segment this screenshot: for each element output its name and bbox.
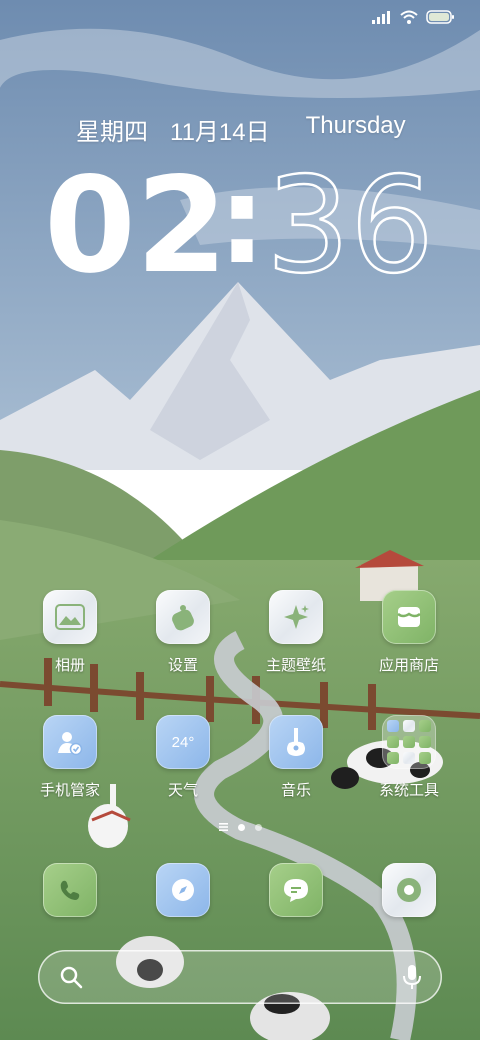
app-label: 系统工具	[378, 782, 439, 799]
mini-app-icon	[403, 720, 415, 732]
app-music[interactable]: 音乐	[246, 715, 346, 800]
mini-app-icon	[387, 752, 399, 764]
app-store-icon	[382, 590, 436, 644]
messages-icon	[269, 863, 323, 917]
date-zh: 11月14日	[170, 119, 270, 146]
mini-app-icon	[419, 720, 431, 732]
status-bar	[372, 10, 454, 24]
signal-icon	[372, 11, 390, 24]
app-store[interactable]: 应用商店	[359, 590, 459, 675]
mini-app-icon	[387, 720, 399, 732]
app-label: 手机管家	[39, 782, 100, 799]
app-gallery[interactable]: 相册	[20, 590, 120, 675]
gallery-icon	[43, 590, 97, 644]
wifi-icon	[400, 10, 418, 24]
security-icon	[43, 715, 97, 769]
dock-messages[interactable]	[246, 863, 346, 917]
search-bar[interactable]	[38, 950, 442, 1004]
page-indicator[interactable]	[0, 823, 480, 831]
page-dot-active[interactable]	[237, 823, 245, 831]
lock-date: 星期四 11月14日 Thursday	[76, 112, 406, 147]
folder-system-tools[interactable]: 系统工具	[359, 715, 459, 800]
folder-icon	[382, 715, 436, 769]
camera-icon	[382, 863, 436, 917]
app-label: 音乐	[280, 782, 311, 799]
app-label: 应用商店	[378, 657, 439, 674]
mini-app-icon	[419, 736, 431, 748]
page-dot[interactable]	[254, 823, 262, 831]
clock-hours: 02	[44, 149, 228, 286]
app-label: 天气	[167, 782, 198, 799]
mini-app-icon	[403, 736, 415, 748]
weekday-en: Thursday	[305, 112, 406, 139]
mini-app-icon	[387, 736, 399, 748]
mini-app-icon	[419, 752, 431, 764]
weather-icon: 24°	[156, 715, 210, 769]
battery-icon	[426, 10, 454, 24]
phone-icon	[43, 863, 97, 917]
search-icon	[60, 966, 83, 989]
app-label: 主题壁纸	[265, 657, 326, 674]
settings-icon	[156, 590, 210, 644]
app-label: 设置	[167, 657, 198, 674]
menu-lines-icon	[218, 823, 228, 831]
app-weather[interactable]: 24° 天气	[133, 715, 233, 800]
microphone-icon[interactable]	[402, 963, 422, 991]
clock-separator: :	[218, 152, 266, 286]
weekday-zh: 星期四	[76, 119, 148, 146]
clock-minutes: 36	[266, 149, 434, 286]
weather-temp: 24°	[171, 733, 195, 751]
dock-phone[interactable]	[20, 863, 120, 917]
clock: 02 : 36	[44, 148, 435, 286]
mini-app-icon	[403, 752, 415, 764]
app-security[interactable]: 手机管家	[20, 715, 120, 800]
music-icon	[269, 715, 323, 769]
dock-camera[interactable]	[359, 863, 459, 917]
app-settings[interactable]: 设置	[133, 590, 233, 675]
app-themes[interactable]: 主题壁纸	[246, 590, 346, 675]
themes-icon	[269, 590, 323, 644]
dock-browser[interactable]	[133, 863, 233, 917]
app-label: 相册	[54, 657, 85, 674]
browser-icon	[156, 863, 210, 917]
